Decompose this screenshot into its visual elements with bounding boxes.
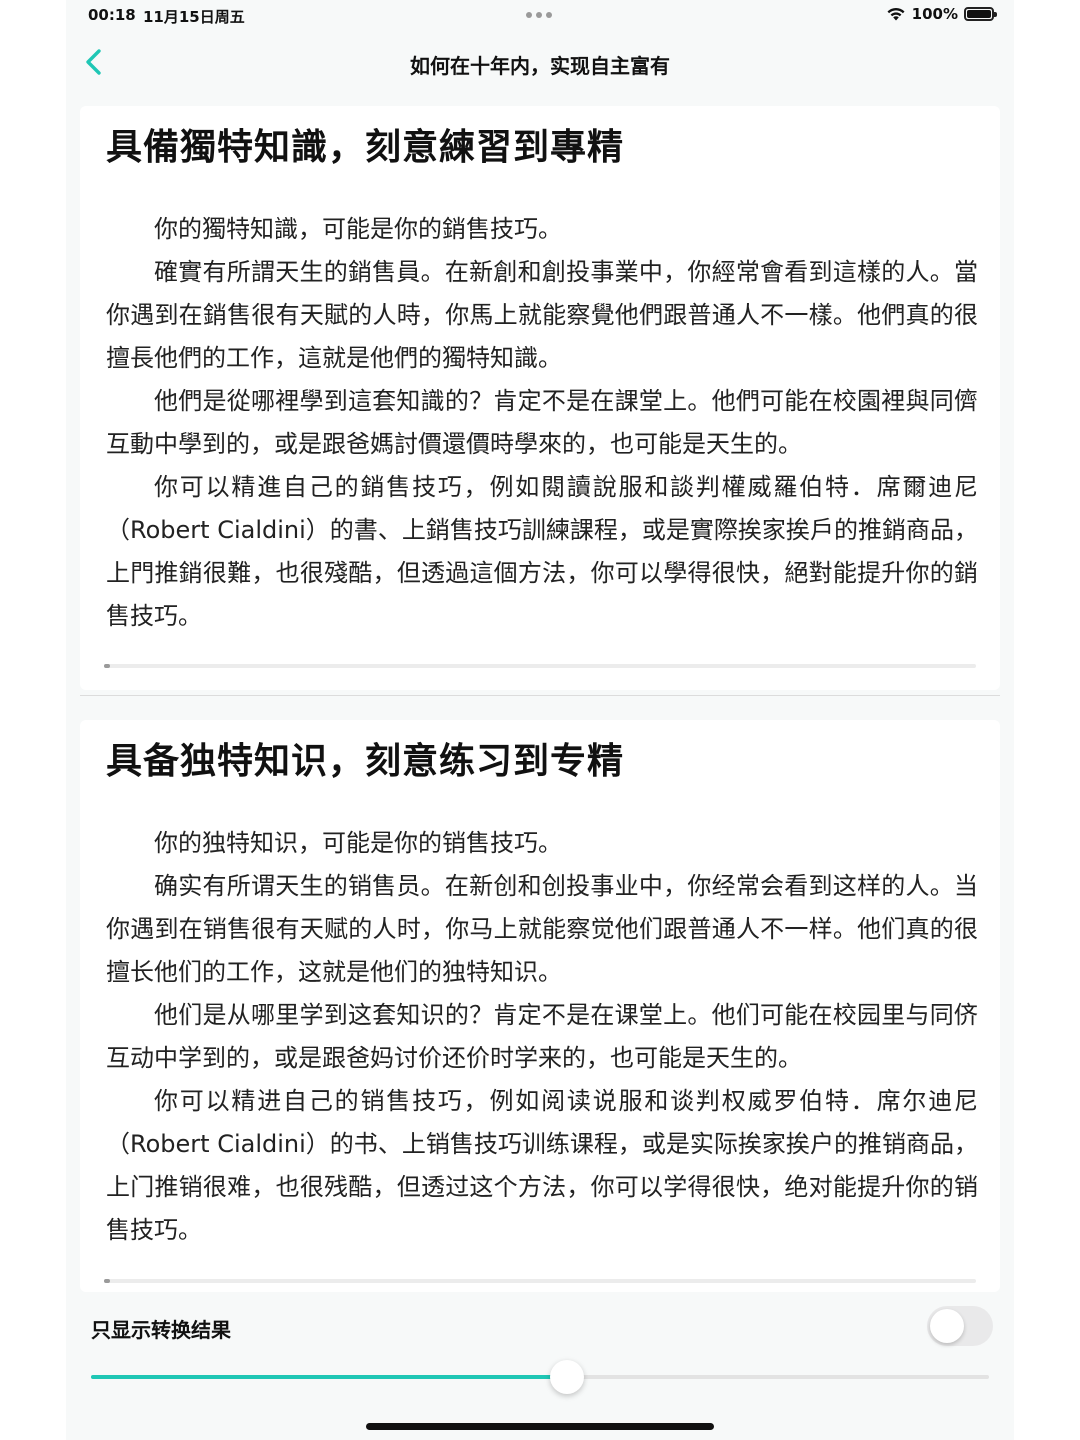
traditional-result-card: 具備獨特知識，刻意練習到專精 你的獨特知識，可能是你的銷售技巧。 確實有所謂天生… [80, 106, 1000, 690]
paragraph: 他们是从哪里学到这套知识的？肯定不是在课堂上。他们可能在校园里与同侪互动中学到的… [106, 1001, 978, 1072]
battery-icon [964, 7, 997, 21]
font-size-slider[interactable] [91, 1360, 989, 1394]
horizontal-scrollbar[interactable] [104, 664, 976, 668]
show-result-only-toggle[interactable] [927, 1306, 993, 1346]
status-date: 11月15日周五 [143, 8, 245, 26]
divider [80, 695, 1000, 696]
paragraph: 确实有所谓天生的销售员。在新创和创投事业中，你经常会看到这样的人。当你遇到在销售… [106, 872, 978, 986]
article-body: 你的獨特知識，可能是你的銷售技巧。 確實有所謂天生的銷售員。在新創和創投事業中，… [106, 208, 978, 638]
slider-thumb[interactable] [549, 1360, 584, 1394]
home-indicator [366, 1423, 714, 1430]
section-title: 具备独特知识，刻意练习到专精 [106, 741, 625, 782]
status-bar: 00:18 11月15日周五 100% [0, 0, 1080, 32]
paragraph: 你可以精进自己的销售技巧，例如阅读说服和谈判权威罗伯特．席尔迪尼（Robert … [106, 1087, 978, 1244]
article-body: 你的独特知识，可能是你的销售技巧。 确实有所谓天生的销售员。在新创和创投事业中，… [106, 822, 978, 1252]
multitasking-dots-icon[interactable] [526, 12, 552, 18]
horizontal-scrollbar[interactable] [104, 1279, 976, 1283]
section-title: 具備獨特知識，刻意練習到專精 [106, 127, 625, 168]
toggle-label: 只显示转换结果 [91, 1318, 231, 1342]
paragraph: 你的獨特知識，可能是你的銷售技巧。 [154, 215, 562, 243]
wifi-icon [887, 7, 905, 21]
status-time: 00:18 [88, 6, 136, 24]
paragraph: 他們是從哪裡學到這套知識的？肯定不是在課堂上。他們可能在校園裡與同儕互動中學到的… [106, 387, 978, 458]
slider-fill [91, 1375, 567, 1379]
paragraph: 確實有所謂天生的銷售員。在新創和創投事業中，你經常會看到這樣的人。當你遇到在銷售… [106, 258, 978, 372]
battery-percent: 100% [911, 5, 958, 23]
simplified-result-card: 具备独特知识，刻意练习到专精 你的独特知识，可能是你的销售技巧。 确实有所谓天生… [80, 720, 1000, 1292]
status-right: 100% [886, 5, 997, 23]
paragraph: 你的独特知识，可能是你的销售技巧。 [154, 829, 562, 857]
page-title: 如何在十年内，实现自主富有 [410, 54, 670, 78]
paragraph: 你可以精進自己的銷售技巧，例如閱讀說服和談判權威羅伯特．席爾迪尼（Robert … [106, 473, 978, 630]
